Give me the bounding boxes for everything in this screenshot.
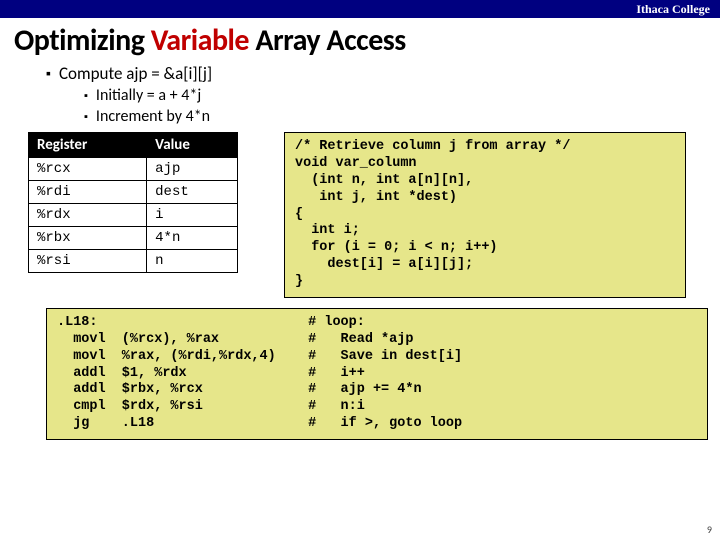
page-number: 9 <box>707 523 712 536</box>
c-code-box: /* Retrieve column j from array */ void … <box>284 132 686 298</box>
asm-code-box: .L18: # loop: movl (%rcx), %rax # Read *… <box>46 308 708 440</box>
bullet-2a: Initially = a + 4*j <box>84 86 706 105</box>
title-red: Variable <box>151 22 249 59</box>
table-row: %rcxajp <box>29 158 238 181</box>
table-row: %rbx4*n <box>29 227 238 250</box>
bullet-1: Compute ajp = &a[i][j] <box>46 63 706 84</box>
title-pre: Optimizing <box>14 22 151 59</box>
table-row: %rsin <box>29 250 238 273</box>
table-row: %rdidest <box>29 181 238 204</box>
table-row: %rdxi <box>29 204 238 227</box>
col-register: Register <box>29 133 147 158</box>
bullet-2b: Increment by 4*n <box>84 107 706 126</box>
page-title: Optimizing Variable Array Access <box>14 22 720 59</box>
college-name: Ithaca College <box>636 0 710 18</box>
register-table: Register Value %rcxajp %rdidest %rdxi %r… <box>28 132 238 273</box>
header-bar: Ithaca College <box>0 0 720 18</box>
title-post: Array Access <box>249 22 406 59</box>
col-value: Value <box>147 133 238 158</box>
